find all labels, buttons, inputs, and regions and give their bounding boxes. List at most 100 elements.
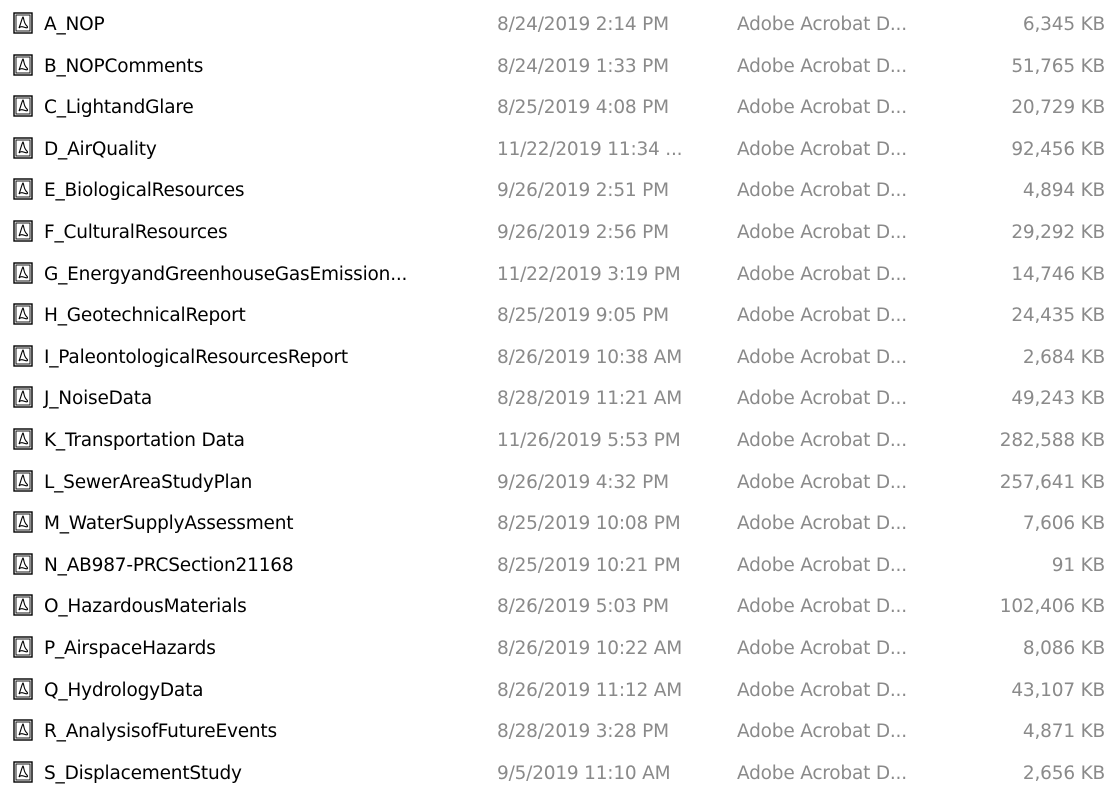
pdf-document-icon — [13, 594, 33, 617]
file-row[interactable]: S_DisplacementStudy 9/5/2019 11:10 AM Ad… — [0, 753, 1109, 795]
pdf-document-icon — [13, 345, 33, 367]
file-row[interactable]: O_HazardousMaterials 8/26/2019 5:03 PM A… — [0, 586, 1109, 628]
file-row[interactable]: K_Transportation Data 11/26/2019 5:53 PM… — [0, 420, 1109, 462]
file-type: Adobe Acrobat D... — [737, 471, 907, 493]
file-size: 257,641 KB — [999, 471, 1105, 493]
file-size: 7,606 KB — [1022, 513, 1105, 535]
file-type: Adobe Acrobat D... — [737, 554, 907, 576]
file-name: Q_HydrologyData — [44, 679, 204, 701]
file-row[interactable]: I_PaleontologicalResourcesReport 8/26/20… — [0, 337, 1109, 379]
file-row[interactable]: F_CulturalResources 9/26/2019 2:56 PM Ad… — [0, 212, 1109, 254]
file-row[interactable]: A_NOP 8/24/2019 2:14 PM Adobe Acrobat D.… — [0, 4, 1109, 46]
file-row[interactable]: H_GeotechnicalReport 8/25/2019 9:05 PM A… — [0, 295, 1109, 337]
file-row[interactable]: E_BiologicalResources 9/26/2019 2:51 PM … — [0, 170, 1109, 212]
file-type: Adobe Acrobat D... — [737, 388, 907, 410]
file-size: 43,107 KB — [1011, 679, 1105, 701]
file-name: C_LightandGlare — [44, 97, 194, 119]
file-date-modified: 8/24/2019 1:33 PM — [497, 55, 669, 77]
file-type: Adobe Acrobat D... — [737, 596, 907, 618]
file-size: 282,588 KB — [999, 429, 1105, 451]
file-type: Adobe Acrobat D... — [737, 263, 907, 285]
file-size: 20,729 KB — [1011, 97, 1105, 119]
pdf-document-icon — [13, 636, 33, 658]
pdf-document-icon — [13, 53, 33, 76]
file-size: 92,456 KB — [1011, 138, 1105, 160]
file-name: I_PaleontologicalResourcesReport — [44, 346, 348, 368]
file-size: 4,894 KB — [1022, 180, 1105, 202]
file-row[interactable]: J_NoiseData 8/28/2019 11:21 AM Adobe Acr… — [0, 378, 1109, 420]
file-date-modified: 8/25/2019 4:08 PM — [497, 97, 669, 119]
file-name: E_BiologicalResources — [44, 180, 245, 202]
pdf-document-icon — [13, 511, 33, 533]
file-type: Adobe Acrobat D... — [737, 97, 907, 119]
file-row[interactable]: M_WaterSupplyAssessment 8/25/2019 10:08 … — [0, 503, 1109, 545]
file-type: Adobe Acrobat D... — [737, 679, 907, 701]
pdf-document-icon — [13, 178, 33, 201]
file-list: A_NOP 8/24/2019 2:14 PM Adobe Acrobat D.… — [0, 4, 1109, 794]
file-type: Adobe Acrobat D... — [737, 221, 907, 243]
file-date-modified: 11/26/2019 5:53 PM — [497, 429, 681, 451]
file-date-modified: 9/5/2019 11:10 AM — [497, 762, 671, 784]
file-type: Adobe Acrobat D... — [737, 346, 907, 368]
file-size: 49,243 KB — [1011, 388, 1105, 410]
file-size: 2,656 KB — [1022, 762, 1105, 784]
file-date-modified: 8/26/2019 5:03 PM — [497, 596, 669, 618]
file-type: Adobe Acrobat D... — [737, 721, 907, 743]
file-name: D_AirQuality — [44, 138, 157, 160]
pdf-document-icon — [13, 386, 33, 409]
file-type: Adobe Acrobat D... — [737, 14, 907, 35]
file-size: 14,746 KB — [1011, 263, 1105, 285]
pdf-document-icon — [13, 137, 33, 159]
file-type: Adobe Acrobat D... — [737, 637, 907, 659]
file-type: Adobe Acrobat D... — [737, 762, 907, 784]
file-row[interactable]: R_AnalysisofFutureEvents 8/28/2019 3:28 … — [0, 711, 1109, 753]
file-date-modified: 8/28/2019 11:21 AM — [497, 388, 682, 410]
pdf-document-icon — [13, 469, 33, 492]
file-type: Adobe Acrobat D... — [737, 138, 907, 160]
file-name: J_NoiseData — [44, 388, 152, 410]
file-size: 91 KB — [1051, 554, 1105, 576]
file-size: 4,871 KB — [1022, 721, 1105, 743]
file-date-modified: 8/24/2019 2:14 PM — [497, 14, 669, 35]
file-row[interactable]: P_AirspaceHazards 8/26/2019 10:22 AM Ado… — [0, 628, 1109, 670]
file-name: M_WaterSupplyAssessment — [44, 513, 294, 535]
file-row[interactable]: C_LightandGlare 8/25/2019 4:08 PM Adobe … — [0, 87, 1109, 129]
file-name: K_Transportation Data — [44, 429, 245, 451]
file-row[interactable]: D_AirQuality 11/22/2019 11:34 ... Adobe … — [0, 129, 1109, 171]
file-row[interactable]: L_SewerAreaStudyPlan 9/26/2019 4:32 PM A… — [0, 462, 1109, 504]
file-date-modified: 8/25/2019 9:05 PM — [497, 305, 669, 327]
file-date-modified: 8/28/2019 3:28 PM — [497, 721, 669, 743]
pdf-document-icon — [13, 12, 33, 34]
pdf-document-icon — [13, 303, 33, 325]
file-row[interactable]: Q_HydrologyData 8/26/2019 11:12 AM Adobe… — [0, 670, 1109, 712]
pdf-document-icon — [13, 428, 33, 450]
file-type: Adobe Acrobat D... — [737, 180, 907, 202]
file-date-modified: 8/25/2019 10:21 PM — [497, 554, 681, 576]
file-name: P_AirspaceHazards — [44, 637, 216, 659]
file-row[interactable]: B_NOPComments 8/24/2019 1:33 PM Adobe Ac… — [0, 46, 1109, 88]
file-type: Adobe Acrobat D... — [737, 305, 907, 327]
file-date-modified: 9/26/2019 2:56 PM — [497, 221, 669, 243]
file-row[interactable]: N_AB987-PRCSection21168 8/25/2019 10:21 … — [0, 545, 1109, 587]
pdf-document-icon — [13, 719, 33, 741]
file-date-modified: 8/26/2019 10:38 AM — [497, 346, 682, 368]
file-size: 8,086 KB — [1022, 637, 1105, 659]
file-name: B_NOPComments — [44, 55, 204, 77]
pdf-document-icon — [13, 677, 33, 700]
file-size: 51,765 KB — [1011, 55, 1105, 77]
file-name: H_GeotechnicalReport — [44, 305, 246, 327]
file-name: F_CulturalResources — [44, 221, 228, 243]
pdf-document-icon — [13, 95, 33, 117]
file-name: R_AnalysisofFutureEvents — [44, 721, 277, 743]
file-name: G_EnergyandGreenhouseGasEmission... — [44, 263, 408, 285]
pdf-document-icon — [13, 220, 33, 242]
file-date-modified: 8/26/2019 11:12 AM — [497, 679, 682, 701]
file-size: 2,684 KB — [1022, 346, 1105, 368]
file-name: O_HazardousMaterials — [44, 596, 247, 618]
pdf-document-icon — [13, 261, 33, 284]
file-type: Adobe Acrobat D... — [737, 55, 907, 77]
pdf-document-icon — [13, 760, 33, 783]
file-size: 29,292 KB — [1011, 221, 1105, 243]
file-row[interactable]: G_EnergyandGreenhouseGasEmission... 11/2… — [0, 254, 1109, 296]
file-date-modified: 9/26/2019 2:51 PM — [497, 180, 669, 202]
